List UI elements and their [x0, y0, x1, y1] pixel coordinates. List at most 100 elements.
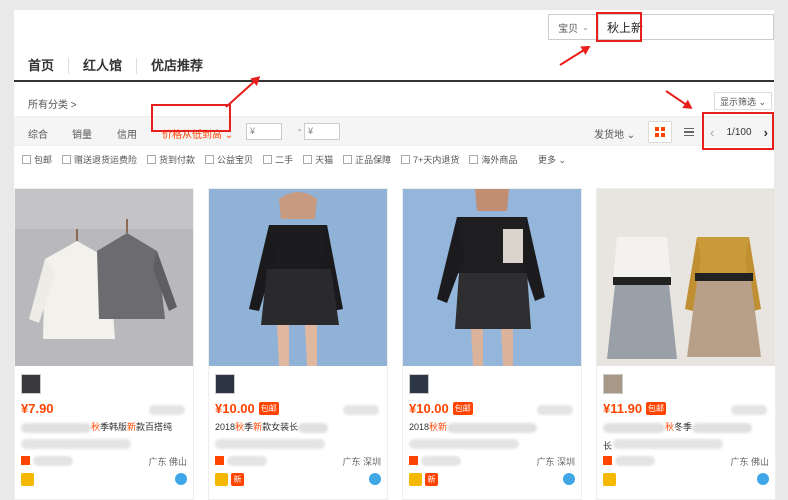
filter-cod[interactable]: 货到付款: [147, 153, 195, 166]
checkbox[interactable]: [263, 154, 273, 164]
filter-label: 7+天内退货: [413, 154, 460, 165]
product-card[interactable]: ¥10.00 包邮 2018秋新 广东 深圳 新: [402, 188, 582, 500]
price-dash: -: [298, 125, 302, 136]
checkbox[interactable]: [62, 154, 72, 164]
badge-row: [603, 473, 769, 487]
filter-label: 货到付款: [159, 154, 196, 165]
shop-location: 广东 佛山: [730, 457, 769, 467]
title-text: 季韩版: [100, 422, 128, 432]
product-thumbnail[interactable]: [21, 374, 41, 394]
tab-recommended-shops[interactable]: 优店推荐: [137, 58, 217, 74]
shop-row: 广东 佛山: [603, 455, 769, 467]
shop-name[interactable]: [33, 456, 73, 466]
title-highlight: 新: [127, 422, 137, 432]
product-image[interactable]: [15, 189, 193, 366]
filter-7day-return[interactable]: 7+天内退货: [401, 153, 459, 166]
tab-home[interactable]: 首页: [14, 58, 70, 74]
search-category-label: 宝贝: [558, 23, 579, 35]
shop-nav: 首页 红人馆 优店推荐: [14, 58, 774, 82]
sales-count: [149, 405, 185, 415]
filter-label: 正品保障: [355, 154, 392, 165]
annotation-box-pager: [702, 112, 774, 150]
shop-name[interactable]: [615, 456, 655, 466]
chat-icon[interactable]: [563, 473, 575, 485]
shop-name[interactable]: [421, 456, 461, 466]
product-card[interactable]: ¥10.00 包邮 2018秋季新款女装长 广东 深圳 新: [208, 188, 388, 500]
shop-location: 广东 深圳: [536, 457, 575, 467]
badge-row: 新: [215, 473, 381, 487]
price-value: ¥10.00: [409, 401, 449, 416]
product-title[interactable]: 2018秋新: [409, 421, 577, 433]
title-highlight: 秋: [235, 422, 245, 432]
crown-icon: [215, 473, 228, 486]
title-highlight: 秋: [91, 422, 101, 432]
filter-label: 二手: [275, 154, 294, 165]
filter-genuine[interactable]: 正品保障: [343, 153, 391, 166]
product-card[interactable]: ¥7.90 秋季韩版新款百搭纯 广东 佛山: [14, 188, 194, 500]
product-title[interactable]: 秋季韩版新款百搭纯: [21, 421, 189, 433]
search-bar: 宝贝 ⌄ 秋上新: [548, 14, 774, 40]
annotation-arrow: [665, 90, 692, 109]
product-title[interactable]: 秋冬季: [603, 421, 771, 433]
sort-default[interactable]: 综合: [28, 126, 48, 141]
checkbox[interactable]: [343, 154, 353, 164]
title-highlight: 秋: [665, 422, 675, 432]
filter-return-insurance[interactable]: 赠送退货运费险: [62, 153, 137, 166]
shop-location: 广东 佛山: [148, 457, 187, 467]
product-image[interactable]: [403, 189, 581, 366]
filter-tmall[interactable]: 天猫: [303, 153, 333, 166]
product-image[interactable]: [209, 189, 387, 366]
shop-icon: [409, 456, 418, 465]
sort-sales[interactable]: 销量: [72, 126, 92, 141]
title-highlight: 秋: [429, 422, 439, 432]
crown-icon: [409, 473, 422, 486]
chat-icon[interactable]: [757, 473, 769, 485]
product-image[interactable]: [597, 189, 775, 366]
show-filter-button[interactable]: 显示筛选 ⌄: [713, 92, 772, 110]
product-title[interactable]: 2018秋季新款女装长: [215, 421, 383, 433]
checkbox[interactable]: [303, 154, 313, 164]
filter-label: 包邮: [34, 154, 53, 165]
chat-icon[interactable]: [369, 473, 381, 485]
shop-name[interactable]: [227, 456, 267, 466]
sort-credit[interactable]: 信用: [117, 126, 137, 141]
product-price: ¥11.90 包邮: [603, 401, 667, 416]
sales-count: [537, 405, 573, 415]
product-price: ¥10.00 包邮: [409, 401, 473, 416]
title-line-2: [21, 439, 131, 449]
filter-overseas[interactable]: 海外商品: [469, 153, 517, 166]
title-line-2: [215, 439, 325, 449]
checkbox[interactable]: [205, 154, 215, 164]
search-category-select[interactable]: 宝贝 ⌄: [549, 15, 599, 39]
chevron-down-icon: ⌄: [582, 22, 589, 32]
shop-row: 广东 深圳: [409, 455, 575, 467]
product-thumbnail[interactable]: [215, 374, 235, 394]
more-filters-button[interactable]: 更多 ⌄: [538, 153, 566, 166]
grid-view-icon[interactable]: [648, 121, 672, 143]
product-thumbnail[interactable]: [603, 374, 623, 394]
checkbox[interactable]: [469, 154, 479, 164]
product-thumbnail[interactable]: [409, 374, 429, 394]
filter-free-shipping[interactable]: 包邮: [22, 153, 52, 166]
filter-secondhand[interactable]: 二手: [263, 153, 293, 166]
filter-charity[interactable]: 公益宝贝: [205, 153, 253, 166]
tab-influencer[interactable]: 红人馆: [69, 58, 138, 74]
price-min-input[interactable]: ¥: [246, 123, 282, 140]
checkbox[interactable]: [22, 154, 31, 164]
new-badge: 新: [425, 473, 438, 486]
title-text: 2018: [409, 422, 430, 432]
checkbox[interactable]: [147, 154, 157, 164]
annotation-box-price-sort: [151, 104, 231, 132]
annotation-box-search: [596, 12, 642, 42]
chat-icon[interactable]: [175, 473, 187, 485]
price-max-input[interactable]: ¥: [304, 123, 340, 140]
badge-row: 新: [409, 473, 575, 487]
free-shipping-badge: 包邮: [452, 402, 473, 415]
title-text: 冬季: [674, 422, 693, 432]
product-card[interactable]: ¥11.90 包邮 秋冬季 长 广东 佛山: [596, 188, 776, 500]
ship-from-select[interactable]: 发货地 ⌄: [594, 126, 635, 141]
list-view-icon[interactable]: [680, 123, 698, 141]
breadcrumb[interactable]: 所有分类 >: [28, 96, 77, 111]
badge-row: [21, 473, 187, 487]
checkbox[interactable]: [401, 154, 411, 164]
